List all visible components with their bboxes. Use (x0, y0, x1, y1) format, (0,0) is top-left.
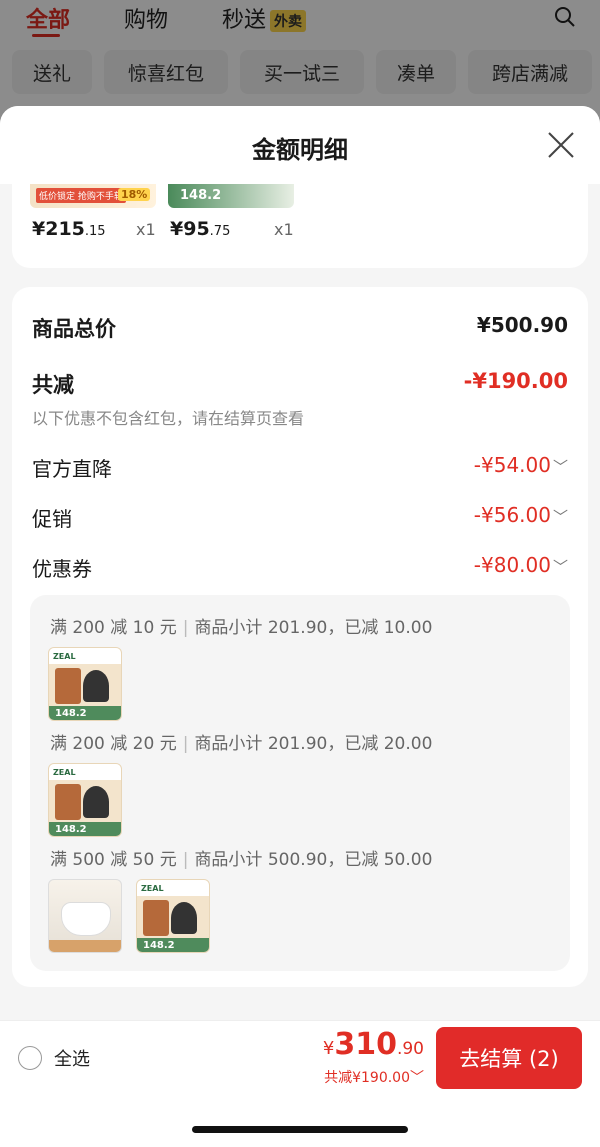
thumb-number: 148.2 (143, 940, 175, 951)
select-all-label: 全选 (54, 1049, 90, 1070)
product-price: ¥215.15 (32, 218, 106, 240)
chevron-down-icon: ﹀ (552, 508, 568, 526)
discount-value: -¥190.00 (463, 369, 568, 393)
coupon-label: 优惠券 (32, 557, 92, 581)
sheet-header: 金额明细 (0, 106, 600, 184)
product-price: ¥95.75 (170, 218, 230, 240)
thumb-bag (55, 668, 81, 704)
promotion-value: -¥56.00 (473, 503, 551, 527)
checkbox-circle-icon[interactable] (18, 1046, 42, 1070)
product-thumbnail[interactable] (48, 879, 122, 953)
thumb-bag (55, 784, 81, 820)
coupon-rule: 满 200 减 20 元 (50, 734, 177, 754)
products-card: 低价锁定 抢购不手软 18% 148.2 ¥215.15 x1 ¥95.75 x… (12, 184, 588, 268)
coupon-value: -¥80.00 (473, 553, 551, 577)
coupon-rule: 满 200 减 10 元 (50, 618, 177, 638)
product-thumbnail[interactable]: 148.2 (168, 184, 294, 208)
thumb-brand: ZEAL (53, 652, 76, 661)
total-decimal: .90 (396, 1039, 424, 1059)
thumb-dog (83, 786, 109, 818)
total-main: 310 (334, 1027, 397, 1062)
currency-symbol: ¥ (322, 1038, 335, 1059)
thumb-tag: 低价锁定 抢购不手软 (36, 188, 126, 203)
promotion-row[interactable]: -¥56.00 ﹀ (474, 503, 568, 527)
chevron-down-icon: ﹀ (410, 1070, 424, 1086)
coupon-line: 满 500 减 50 元 | 商品小计 500.90，已减 50.00 (50, 845, 432, 870)
thumb-bar (49, 940, 121, 952)
product-price-main: ¥215 (32, 218, 85, 240)
saved-amount-text: 共减¥190.00 (324, 1070, 410, 1086)
product-price-decimal: .15 (84, 224, 106, 239)
coupon-breakdown: 满 200 减 10 元 | 商品小计 201.90，已减 10.00 ZEAL 1… (30, 595, 570, 971)
thumb-dog (171, 902, 197, 934)
coupon-row[interactable]: -¥80.00 ﹀ (474, 553, 568, 577)
coupon-summary: 商品小计 201.90，已减 10.00 (194, 618, 433, 638)
total-label: 商品总价 (32, 317, 116, 341)
close-icon[interactable] (546, 130, 576, 160)
product-qty: x1 (136, 220, 156, 239)
separator: | (182, 850, 189, 870)
price-detail-card: 商品总价 ¥500.90 共减 -¥190.00 以下优惠不包含红包，请在结算页… (12, 287, 588, 987)
saved-amount[interactable]: 共减¥190.00﹀ (324, 1067, 424, 1087)
official-discount-value: -¥54.00 (473, 453, 551, 477)
chevron-up-icon: ﹀ (552, 558, 568, 576)
discount-note: 以下优惠不包含红包，请在结算页查看 (32, 409, 305, 428)
product-price-decimal: .75 (209, 224, 231, 239)
official-discount-row[interactable]: -¥54.00 ﹀ (474, 453, 568, 477)
thumb-percent: 18% (118, 188, 151, 201)
coupon-summary: 商品小计 201.90，已减 20.00 (194, 734, 433, 754)
separator: | (182, 618, 189, 638)
coupon-line: 满 200 减 20 元 | 商品小计 201.90，已减 20.00 (50, 729, 432, 754)
separator: | (182, 734, 189, 754)
total-price: ¥310.90 (323, 1027, 424, 1062)
coupon-rule: 满 500 减 50 元 (50, 850, 177, 870)
thumb-dog (83, 670, 109, 702)
product-thumbnail[interactable]: ZEAL 148.2 (136, 879, 210, 953)
thumb-number: 148.2 (55, 708, 87, 719)
chevron-down-icon: ﹀ (552, 458, 568, 476)
official-discount-label: 官方直降 (32, 457, 112, 481)
thumb-bag (143, 900, 169, 936)
sheet-title: 金额明细 (252, 136, 348, 164)
total-value: ¥500.90 (476, 313, 568, 337)
coupon-line: 满 200 减 10 元 | 商品小计 201.90，已减 10.00 (50, 613, 432, 638)
promotion-label: 促销 (32, 507, 72, 531)
thumb-bowl (61, 902, 111, 936)
coupon-summary: 商品小计 500.90，已减 50.00 (194, 850, 433, 870)
product-thumbnail[interactable]: ZEAL 148.2 (48, 763, 122, 837)
product-thumbnail[interactable]: ZEAL 148.2 (48, 647, 122, 721)
thumb-number: 148.2 (180, 188, 222, 203)
select-all-toggle[interactable]: 全选 (18, 1045, 90, 1071)
product-qty: x1 (274, 220, 294, 239)
product-price-main: ¥95 (170, 218, 210, 240)
thumb-brand: ZEAL (53, 768, 76, 777)
product-thumbnail[interactable]: 低价锁定 抢购不手软 18% (30, 184, 156, 208)
thumb-brand: ZEAL (141, 884, 164, 893)
thumb-number: 148.2 (55, 824, 87, 835)
discount-label: 共减 (32, 373, 74, 397)
checkout-button[interactable]: 去结算 (2) (436, 1027, 582, 1089)
amount-detail-sheet: 金额明细 低价锁定 抢购不手软 18% 148.2 ¥215.15 x1 ¥95… (0, 106, 600, 1147)
home-indicator (192, 1126, 408, 1133)
